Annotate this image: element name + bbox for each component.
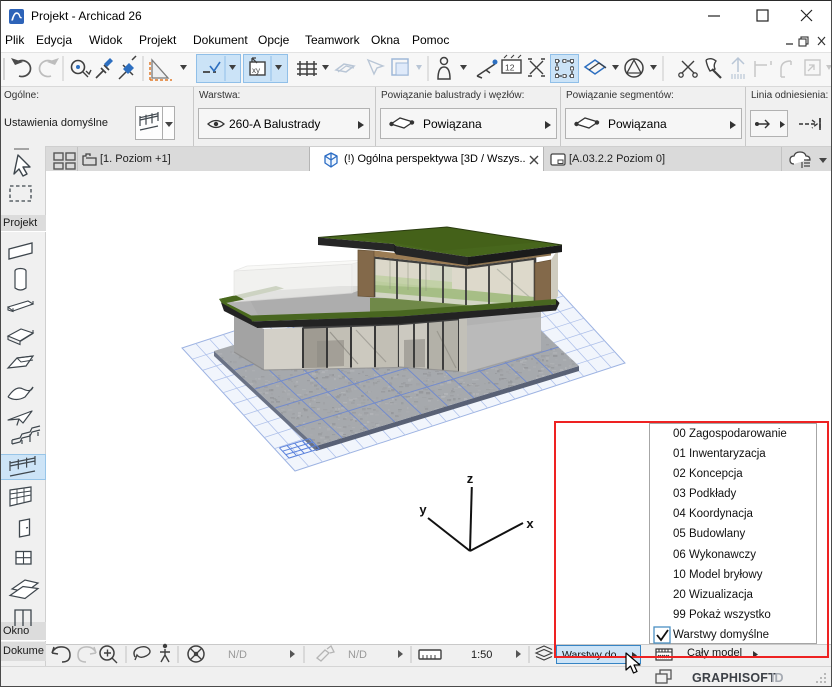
svg-text:z: z xyxy=(467,471,474,486)
svg-text:x: x xyxy=(526,516,534,531)
svg-text:y: y xyxy=(419,502,427,517)
svg-text:xy: xy xyxy=(252,66,260,75)
svg-text:12: 12 xyxy=(505,63,515,73)
